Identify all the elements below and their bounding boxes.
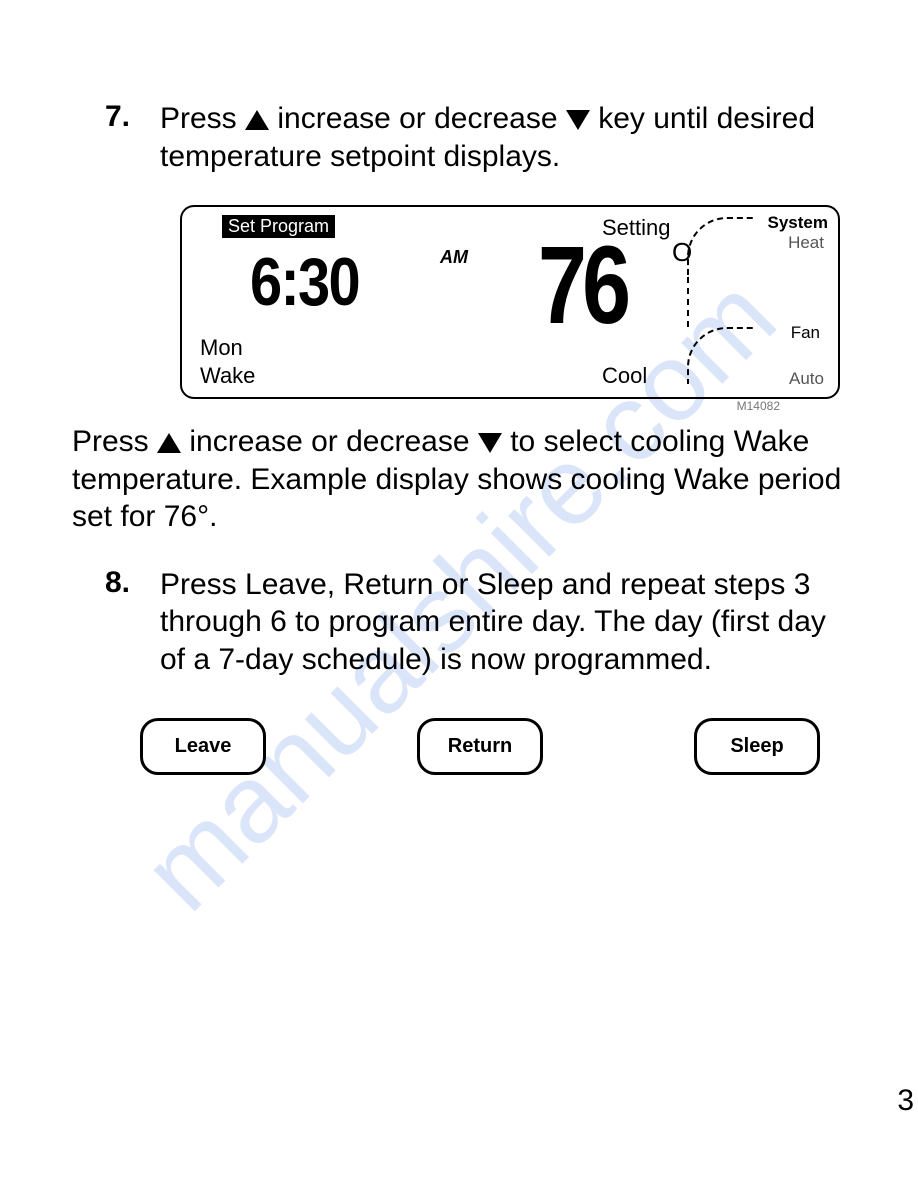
set-program-badge: Set Program (222, 215, 335, 238)
step7-text-b: increase or decrease (277, 102, 566, 135)
lcd-screen: Set Program Setting System Heat Fan Auto… (180, 205, 840, 399)
heat-label: Heat (788, 233, 824, 253)
down-arrow-icon (478, 433, 502, 453)
figure-id: M14082 (180, 399, 780, 413)
system-pointer-line (687, 217, 754, 279)
page-number: 3 (897, 1084, 914, 1118)
return-button[interactable]: Return (417, 718, 543, 775)
ampm-label: AM (440, 247, 468, 268)
step-7-number: 7. (60, 100, 160, 175)
fan-pointer-line (687, 327, 754, 384)
fan-label: Fan (791, 323, 820, 343)
step-7-text: Press increase or decrease key until des… (160, 100, 858, 175)
up-arrow-icon (157, 433, 181, 453)
cool-label: Cool (602, 363, 647, 389)
up-arrow-icon (245, 110, 269, 130)
step-7: 7. Press increase or decrease key until … (60, 100, 858, 175)
step-8-text: Press Leave, Return or Sleep and repeat … (160, 566, 858, 679)
caption-b: increase or decrease (189, 425, 478, 458)
auto-label: Auto (789, 369, 824, 389)
leave-button[interactable]: Leave (140, 718, 266, 775)
period-label: Wake (200, 363, 255, 389)
step-8-number: 8. (60, 566, 160, 679)
caption-a: Press (72, 425, 157, 458)
down-arrow-icon (566, 110, 590, 130)
manual-page: 7. Press increase or decrease key until … (0, 0, 918, 815)
thermostat-display-figure: Set Program Setting System Heat Fan Auto… (180, 205, 840, 413)
sleep-button[interactable]: Sleep (694, 718, 820, 775)
caption-text: Press increase or decrease to select coo… (72, 423, 858, 536)
step7-text-a: Press (160, 102, 245, 135)
time-value: 6:30 (250, 243, 359, 321)
step-8: 8. Press Leave, Return or Sleep and repe… (60, 566, 858, 679)
period-buttons-row: Leave Return Sleep (140, 718, 820, 775)
day-label: Mon (200, 335, 243, 361)
system-label: System (768, 213, 828, 233)
temperature-value: 76 (538, 231, 626, 341)
pointer-line-vert (687, 277, 689, 327)
